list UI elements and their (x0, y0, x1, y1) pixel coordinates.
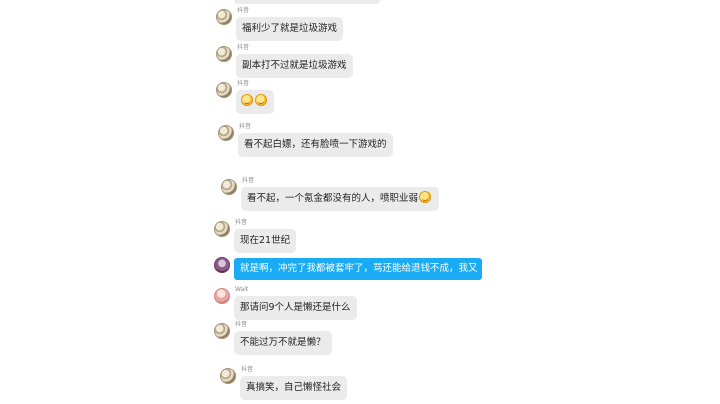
avatar[interactable] (214, 221, 230, 237)
message-bubble[interactable]: 就是啊，冲完了我都被套牢了，骂还能给退钱不成，我又 (234, 258, 482, 280)
smirk-emoji-icon (419, 191, 432, 203)
sender-name: 抖音 (237, 44, 250, 51)
sender-name: 抖音 (235, 321, 248, 328)
message-bubble[interactable]: 现在21世纪 (234, 229, 297, 253)
avatar[interactable] (220, 368, 236, 384)
avatar[interactable] (214, 288, 230, 304)
message-bubble[interactable] (236, 90, 274, 114)
avatar[interactable] (216, 46, 232, 62)
previous-message-bubble (234, 0, 380, 4)
sender-name: Wait (235, 286, 249, 293)
sender-name: 抖音 (239, 123, 252, 130)
message-text: 看不起，一个氪金都没有的人，喷职业弱 (247, 193, 419, 204)
sender-name: 抖音 (242, 177, 255, 184)
avatar[interactable] (214, 257, 230, 273)
avatar[interactable] (221, 179, 237, 195)
message-bubble[interactable]: 不能过万不就是懒？ (234, 331, 332, 355)
sender-name: 抖音 (237, 80, 250, 87)
avatar[interactable] (214, 323, 230, 339)
smirk-emoji-icon (255, 94, 267, 106)
message-bubble[interactable]: 看不起，一个氪金都没有的人，喷职业弱 (241, 187, 440, 211)
avatar[interactable] (216, 82, 232, 98)
message-bubble[interactable]: 福利少了就是垃圾游戏 (236, 17, 344, 41)
message-bubble[interactable]: 真搞笑，自己懒怪社会 (240, 376, 348, 400)
sender-name: 抖音 (237, 7, 250, 14)
sender-name: 抖音 (235, 219, 248, 226)
avatar[interactable] (216, 9, 232, 25)
message-bubble[interactable]: 看不起白嫖，还有脸喷一下游戏的 (238, 133, 393, 157)
avatar[interactable] (218, 125, 234, 141)
smirk-emoji-icon (241, 94, 253, 106)
message-bubble[interactable]: 那请问9个人是懒还是什么 (234, 296, 357, 320)
sender-name: 抖音 (241, 366, 254, 373)
message-bubble[interactable]: 副本打不过就是垃圾游戏 (236, 54, 353, 78)
